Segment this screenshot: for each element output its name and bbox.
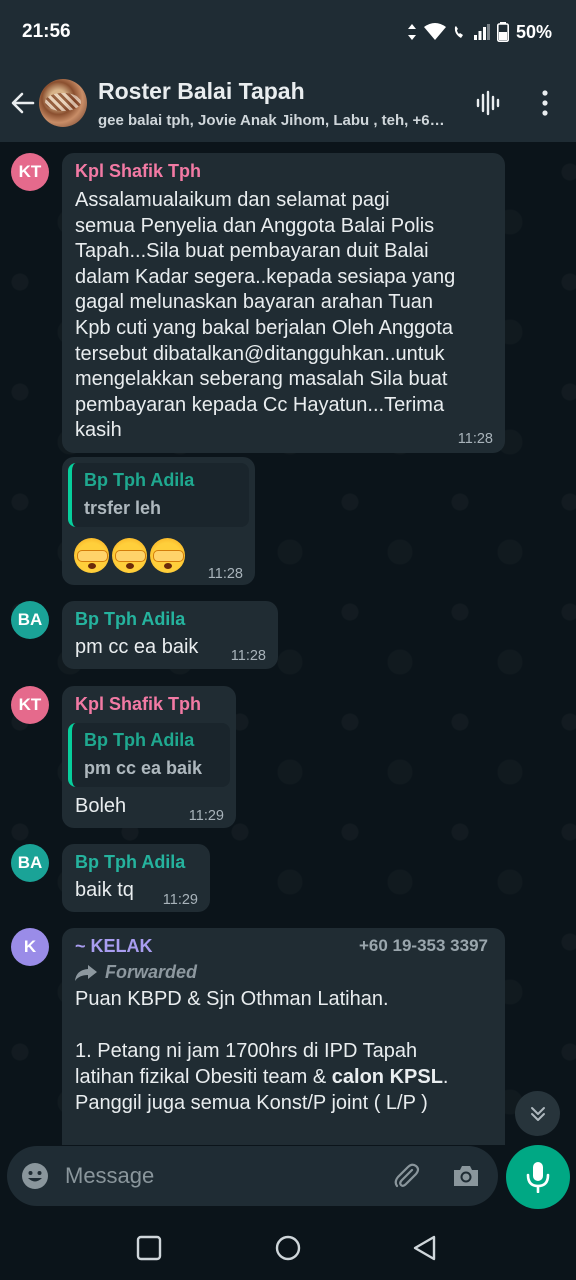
sender-name[interactable]: ~ KELAK: [75, 936, 153, 957]
attach-icon[interactable]: [392, 1162, 420, 1190]
emoji-row: [74, 538, 185, 573]
chat-header: Roster Balai Tapah gee balai tph, Jovie …: [0, 64, 576, 142]
scroll-down-icon: [530, 1106, 545, 1121]
sender-name[interactable]: Kpl Shafik Tph: [75, 694, 201, 715]
chat-area[interactable]: KT Kpl Shafik Tph Assalamualaikum dan se…: [0, 142, 576, 1145]
sender-phone[interactable]: +60 19-353 3397: [359, 936, 488, 956]
message-time: 11:29: [188, 808, 224, 824]
wifi-icon: [423, 23, 446, 40]
face-with-peeking-eye-emoji: [112, 538, 147, 573]
forward-icon: [75, 964, 97, 981]
sender-name[interactable]: Kpl Shafik Tph: [75, 161, 201, 182]
quoted-message[interactable]: Bp Tph Adila pm cc ea baik: [68, 723, 230, 787]
more-options-button[interactable]: [533, 89, 557, 117]
forwarded-text: Forwarded: [105, 962, 198, 982]
nav-recents-icon[interactable]: [135, 1234, 163, 1262]
back-button[interactable]: [8, 88, 38, 118]
sender-avatar[interactable]: BA: [11, 601, 49, 639]
text-segment: latihan fizikal Obesiti team &: [75, 1066, 332, 1088]
message-bubble[interactable]: Bp Tph Adila baik tq 11:29: [62, 844, 210, 912]
face-with-peeking-eye-emoji: [150, 538, 185, 573]
message-text: pm cc ea baik: [75, 636, 199, 658]
voice-chat-button[interactable]: [475, 89, 503, 117]
data-arrows-icon: [407, 24, 416, 40]
battery-icon: [496, 22, 509, 42]
message-bubble[interactable]: ~ KELAK +60 19-353 3397 Forwarded Puan K…: [62, 928, 505, 1145]
voice-chat-icon: [476, 90, 500, 116]
message-text-line: 1. Petang ni jam 1700hrs di IPD Tapah: [75, 1040, 418, 1062]
quote-text: pm cc ea baik: [84, 758, 203, 778]
forwarded-label: Forwarded: [75, 962, 197, 983]
message-text: Boleh: [75, 795, 127, 817]
more-options-icon: [542, 90, 548, 116]
quoted-message[interactable]: Bp Tph Adila trsfer leh: [68, 463, 249, 527]
wifi-calling-icon: [454, 26, 463, 38]
message-text: Assalamualaikum dan selamat pagi semua P…: [75, 189, 456, 442]
status-icons: 50%: [407, 20, 552, 44]
message-bubble[interactable]: Kpl Shafik Tph Bp Tph Adila pm cc ea bai…: [62, 686, 236, 828]
nav-back-icon[interactable]: [411, 1234, 439, 1262]
message-time: 11:28: [207, 566, 243, 582]
emoji-icon[interactable]: [21, 1162, 49, 1190]
face-with-peeking-eye-emoji: [74, 538, 109, 573]
status-bar: 21:56 50%: [0, 0, 576, 64]
quote-sender: Bp Tph Adila: [84, 730, 195, 750]
quote-sender: Bp Tph Adila: [84, 470, 195, 490]
message-text-line: Panggil juga semua Konst/P joint ( L/P ): [75, 1092, 428, 1114]
message-composer: [7, 1146, 498, 1206]
system-nav-bar: [0, 1214, 576, 1280]
sender-name[interactable]: Bp Tph Adila: [75, 852, 185, 873]
sender-name[interactable]: Bp Tph Adila: [75, 609, 185, 630]
message-time: 11:28: [230, 648, 266, 664]
text-segment: .: [442, 1066, 449, 1088]
nav-home-icon[interactable]: [274, 1234, 302, 1262]
voice-message-button[interactable]: [506, 1145, 570, 1209]
mic-icon: [526, 1162, 550, 1193]
message-bubble[interactable]: Bp Tph Adila trsfer leh 11:28: [62, 457, 255, 585]
signal-icon: [473, 24, 490, 40]
sender-avatar[interactable]: K: [11, 928, 49, 966]
message-input[interactable]: [65, 1160, 365, 1192]
back-arrow-icon: [11, 92, 35, 114]
status-time: 21:56: [22, 21, 71, 42]
message-text: baik tq: [75, 879, 134, 901]
group-title[interactable]: Roster Balai Tapah: [98, 78, 305, 105]
scroll-down-button[interactable]: [515, 1091, 560, 1136]
battery-percent: 50%: [515, 21, 552, 42]
sender-avatar[interactable]: KT: [11, 153, 49, 191]
message-text-line: Puan KBPD & Sjn Othman Latihan.: [75, 988, 389, 1010]
message-bubble[interactable]: Bp Tph Adila pm cc ea baik 11:28: [62, 601, 278, 669]
camera-icon[interactable]: [452, 1162, 480, 1190]
message-time: 11:28: [457, 431, 493, 447]
quote-text: trsfer leh: [84, 498, 162, 518]
sender-avatar[interactable]: KT: [11, 686, 49, 724]
group-avatar[interactable]: [39, 79, 87, 127]
message-bubble[interactable]: Kpl Shafik Tph Assalamualaikum dan selam…: [62, 153, 505, 453]
message-text-line: latihan fizikal Obesiti team & calon KPS…: [75, 1065, 448, 1091]
bold-text-segment: calon KPSL: [331, 1066, 443, 1088]
message-time: 11:29: [162, 892, 198, 908]
group-members[interactable]: gee balai tph, Jovie Anak Jihom, Labu , …: [98, 112, 458, 129]
sender-avatar[interactable]: BA: [11, 844, 49, 882]
